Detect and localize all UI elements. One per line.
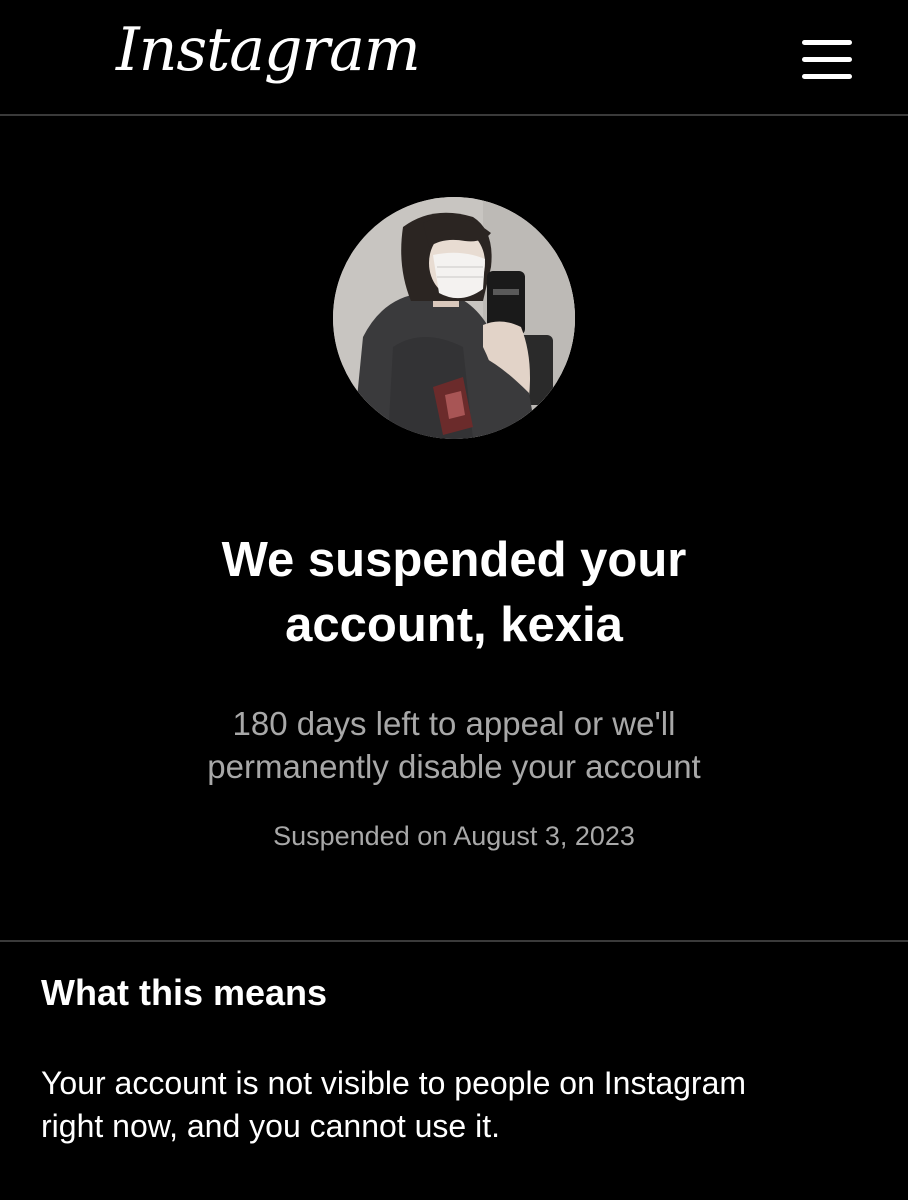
body-line-2: right now, and you cannot use it. <box>41 1108 500 1144</box>
suspended-date: Suspended on August 3, 2023 <box>273 821 635 851</box>
subtitle-line-2: permanently disable your account <box>207 748 701 785</box>
what-this-means-heading: What this means <box>41 972 328 1013</box>
avatar <box>333 197 575 439</box>
body-line-1: Your account is not visible to people on… <box>41 1065 747 1101</box>
instagram-logo[interactable]: Instagram <box>116 14 421 86</box>
subtitle-line-1: 180 days left to appeal or we'll <box>232 705 676 742</box>
section-divider <box>0 940 908 942</box>
title-line-2: account, kexia <box>285 598 623 652</box>
menu-button[interactable] <box>800 38 856 84</box>
what-this-means-body: Your account is not visible to people on… <box>41 1062 861 1148</box>
top-header: Instagram <box>0 0 908 116</box>
profile-photo <box>333 197 575 439</box>
title-line-1: We suspended your <box>221 533 687 587</box>
appeal-deadline: 180 days left to appeal or we'll permane… <box>0 702 908 788</box>
suspension-title: We suspended your account, kexia <box>0 528 908 658</box>
